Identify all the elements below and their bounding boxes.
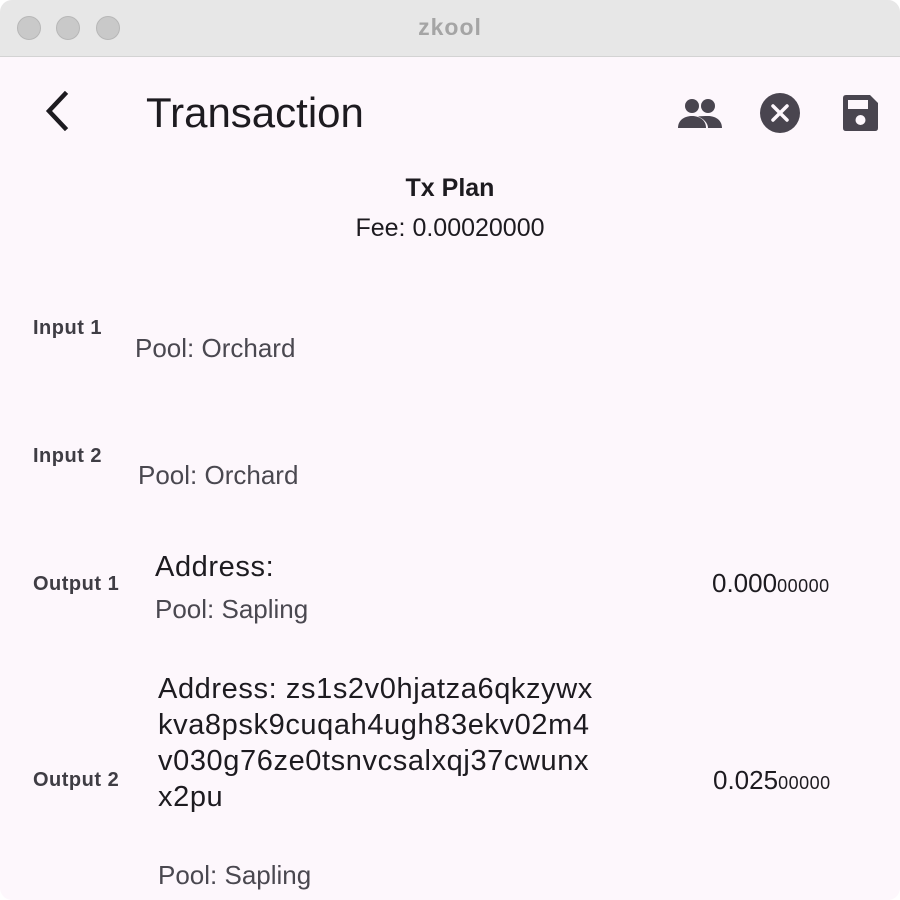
amount-small-digits: 00000 — [778, 773, 831, 793]
address-line: Address: zs1s2v0hjatza6qkzywx — [158, 673, 593, 705]
output-address: Address: — [155, 549, 274, 585]
app-window: zkool Transaction Tx Plan Fee: 0.0002000… — [0, 0, 900, 900]
save-icon — [843, 95, 878, 131]
cancel-button[interactable] — [756, 89, 804, 137]
input-pool: Pool: Orchard — [135, 333, 296, 363]
back-button[interactable] — [32, 87, 80, 135]
input-label: Input 2 — [33, 445, 103, 467]
address-line: kva8psk9cuqah4ugh83ekv02m4 — [158, 709, 590, 741]
output-address: Address: zs1s2v0hjatza6qkzywx kva8psk9cu… — [158, 671, 593, 815]
input-label: Input 1 — [33, 317, 103, 339]
app-bar: Transaction — [0, 57, 900, 167]
contacts-button[interactable] — [676, 89, 724, 137]
amount-main: 0.000 — [712, 568, 778, 598]
output-label: Output 1 — [33, 573, 120, 595]
cancel-icon — [760, 93, 800, 133]
input-pool: Pool: Orchard — [138, 460, 299, 490]
address-line: v030g76ze0tsnvcsalxqj37cwunx — [158, 745, 590, 777]
address-line: x2pu — [158, 781, 224, 813]
output-amount: 0.02500000 — [713, 765, 831, 796]
amount-small-digits: 00000 — [777, 576, 830, 596]
output-amount: 0.00000000 — [712, 568, 830, 599]
arrow-back-icon — [45, 91, 69, 131]
tx-plan-title: Tx Plan — [405, 174, 495, 202]
window-title: zkool — [418, 14, 482, 40]
page-title: Transaction — [146, 89, 364, 136]
people-icon — [678, 99, 722, 128]
amount-main: 0.025 — [713, 765, 779, 795]
save-button[interactable] — [836, 89, 884, 137]
window-titlebar: zkool — [0, 0, 900, 57]
output-label: Output 2 — [33, 769, 120, 791]
output-pool: Pool: Sapling — [155, 594, 309, 624]
output-pool: Pool: Sapling — [158, 860, 312, 890]
tx-plan-fee: Fee: 0.00020000 — [355, 214, 545, 242]
tx-plan-header: Tx Plan Fee: 0.00020000 — [0, 172, 900, 246]
address-line: Address: — [155, 551, 275, 583]
